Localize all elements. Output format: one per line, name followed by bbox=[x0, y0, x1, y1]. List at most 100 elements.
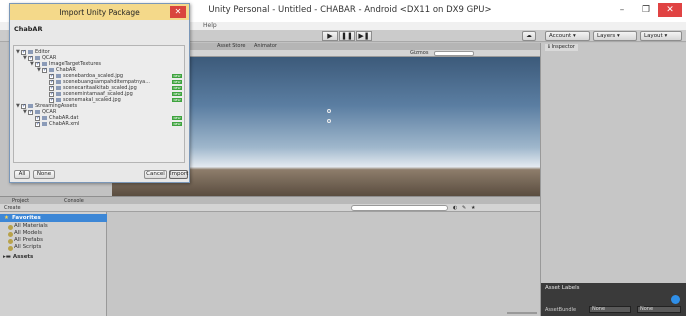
tree-item-label: ChabAR.xml bbox=[49, 121, 80, 127]
scene-toolbar: Gizmos bbox=[190, 50, 540, 57]
inspector-panel: ℹ Inspector Asset Labels AssetBundle Non… bbox=[540, 43, 686, 316]
cloud-button[interactable]: ☁ bbox=[522, 31, 536, 41]
include-checkbox[interactable]: ✓ bbox=[49, 97, 54, 103]
assetbundle-label: AssetBundle bbox=[545, 307, 577, 313]
file-icon bbox=[42, 116, 47, 120]
include-checkbox[interactable]: ✓ bbox=[49, 91, 54, 97]
project-folder-tree: ★ Favorites All Materials All Models All… bbox=[0, 212, 107, 316]
assets-folder[interactable]: ▸▬ Assets bbox=[3, 254, 33, 260]
include-checkbox[interactable]: ✓ bbox=[21, 49, 26, 55]
folder-icon bbox=[28, 50, 33, 54]
minimize-button[interactable]: – bbox=[610, 3, 634, 17]
package-file-tree: ▼ ✓ Editor ▼ ✓ QCAR ▼ ✓ ImageTargetTextures ▼ ✓ Cha… bbox=[13, 45, 185, 163]
import-button[interactable]: Import bbox=[169, 170, 188, 179]
favorite-item[interactable]: All Prefabs bbox=[14, 237, 43, 243]
play-icon: ▶ bbox=[327, 32, 333, 40]
dialog-titlebar: Import Unity Package ✕ bbox=[10, 4, 189, 20]
zoom-slider[interactable] bbox=[507, 312, 537, 314]
scene-search-input[interactable] bbox=[434, 51, 474, 56]
asset-labels-title: Asset Labels bbox=[545, 285, 580, 291]
layout-label: Layout bbox=[644, 33, 663, 39]
project-content-area[interactable] bbox=[107, 212, 540, 316]
play-button[interactable]: ▶ bbox=[322, 31, 338, 41]
project-tab-bar: Project Console bbox=[0, 196, 540, 204]
create-dropdown[interactable]: Create bbox=[4, 205, 21, 211]
include-checkbox[interactable]: ✓ bbox=[49, 79, 54, 85]
search-icon bbox=[8, 225, 13, 230]
tab-inspector[interactable]: ℹ Inspector bbox=[545, 44, 578, 51]
include-checkbox[interactable]: ✓ bbox=[49, 85, 54, 91]
search-icon bbox=[8, 239, 13, 244]
scene-gizmo-icon bbox=[327, 109, 331, 113]
favorites-label: Favorites bbox=[12, 215, 41, 221]
tab-asset-store[interactable]: Asset Store bbox=[217, 43, 245, 49]
cancel-button[interactable]: Cancel bbox=[144, 170, 167, 179]
inspector-tab-label: Inspector bbox=[551, 44, 575, 50]
folder-icon bbox=[49, 68, 54, 72]
include-checkbox[interactable]: ✓ bbox=[21, 103, 26, 109]
new-badge: NEW bbox=[172, 92, 182, 96]
window-title: Unity Personal - Untitled - CHABAR - And… bbox=[208, 5, 492, 15]
pause-icon: ❚❚ bbox=[341, 32, 353, 40]
file-icon bbox=[56, 86, 61, 90]
file-icon bbox=[42, 122, 47, 126]
assetbundle-dropdown[interactable]: None bbox=[589, 306, 631, 313]
folder-icon bbox=[42, 62, 47, 66]
account-dropdown[interactable]: Account ▾ bbox=[545, 31, 590, 41]
include-checkbox[interactable]: ✓ bbox=[28, 55, 33, 61]
star-icon: ★ bbox=[4, 215, 9, 221]
star-filter-icon[interactable]: ★ bbox=[471, 205, 475, 211]
file-icon bbox=[56, 98, 61, 102]
new-badge: NEW bbox=[172, 80, 182, 84]
layers-label: Layers bbox=[597, 33, 616, 39]
project-toolbar: Create ◐ ✎ ★ bbox=[0, 204, 540, 212]
include-checkbox[interactable]: ✓ bbox=[35, 121, 40, 127]
close-icon: ✕ bbox=[174, 7, 182, 16]
project-search-input[interactable] bbox=[351, 205, 448, 211]
label-icon[interactable] bbox=[671, 295, 680, 304]
label-filter-icon[interactable]: ✎ bbox=[462, 205, 466, 211]
new-badge: NEW bbox=[172, 98, 182, 102]
folder-icon: ▸▬ bbox=[3, 254, 11, 260]
file-icon bbox=[56, 74, 61, 78]
new-badge: NEW bbox=[172, 74, 182, 78]
layout-dropdown[interactable]: Layout ▾ bbox=[640, 31, 682, 41]
asset-labels-section: Asset Labels AssetBundle None None bbox=[541, 283, 686, 316]
include-checkbox[interactable]: ✓ bbox=[35, 115, 40, 121]
file-icon bbox=[56, 80, 61, 84]
gizmos-dropdown[interactable]: Gizmos bbox=[410, 50, 428, 56]
include-checkbox[interactable]: ✓ bbox=[35, 61, 40, 67]
include-checkbox[interactable]: ✓ bbox=[42, 67, 47, 73]
new-badge: NEW bbox=[172, 116, 182, 120]
assetbundle-variant-dropdown[interactable]: None bbox=[637, 306, 681, 313]
import-package-dialog: Import Unity Package ✕ ChabAR ▼ ✓ Editor ▼ ✓… bbox=[9, 3, 190, 183]
tab-animator[interactable]: Animator bbox=[254, 43, 277, 49]
dialog-close-button[interactable]: ✕ bbox=[170, 6, 186, 18]
menu-help[interactable]: Help bbox=[203, 22, 217, 29]
select-all-button[interactable]: All bbox=[14, 170, 30, 179]
step-button[interactable]: ▶❚ bbox=[356, 31, 372, 41]
tree-row[interactable]: ✓ ChabAR.xml NEW bbox=[14, 121, 184, 127]
file-icon bbox=[56, 92, 61, 96]
maximize-button[interactable]: ❐ bbox=[634, 3, 658, 17]
close-window-button[interactable]: ✕ bbox=[658, 3, 682, 17]
account-label: Account bbox=[549, 33, 572, 39]
favorites-row[interactable]: ★ Favorites bbox=[0, 214, 107, 222]
select-none-button[interactable]: None bbox=[33, 170, 55, 179]
favorite-item[interactable]: All Models bbox=[14, 230, 42, 236]
cloud-icon: ☁ bbox=[526, 33, 532, 39]
scene-tab-bar: Asset Store Animator bbox=[190, 43, 540, 50]
dialog-body: ChabAR ▼ ✓ Editor ▼ ✓ QCAR ▼ ✓ ImageTargetTextur… bbox=[10, 20, 189, 182]
package-name: ChabAR bbox=[14, 25, 43, 33]
layers-dropdown[interactable]: Layers ▾ bbox=[593, 31, 637, 41]
new-badge: NEW bbox=[172, 86, 182, 90]
include-checkbox[interactable]: ✓ bbox=[49, 73, 54, 79]
pause-button[interactable]: ❚❚ bbox=[339, 31, 355, 41]
filter-icon[interactable]: ◐ bbox=[453, 205, 457, 211]
search-icon bbox=[8, 246, 13, 251]
favorite-item[interactable]: All Materials bbox=[14, 223, 48, 229]
favorite-item[interactable]: All Scripts bbox=[14, 244, 41, 250]
scene-gizmo-icon bbox=[327, 119, 331, 123]
include-checkbox[interactable]: ✓ bbox=[28, 109, 33, 115]
assets-label: Assets bbox=[12, 254, 34, 260]
